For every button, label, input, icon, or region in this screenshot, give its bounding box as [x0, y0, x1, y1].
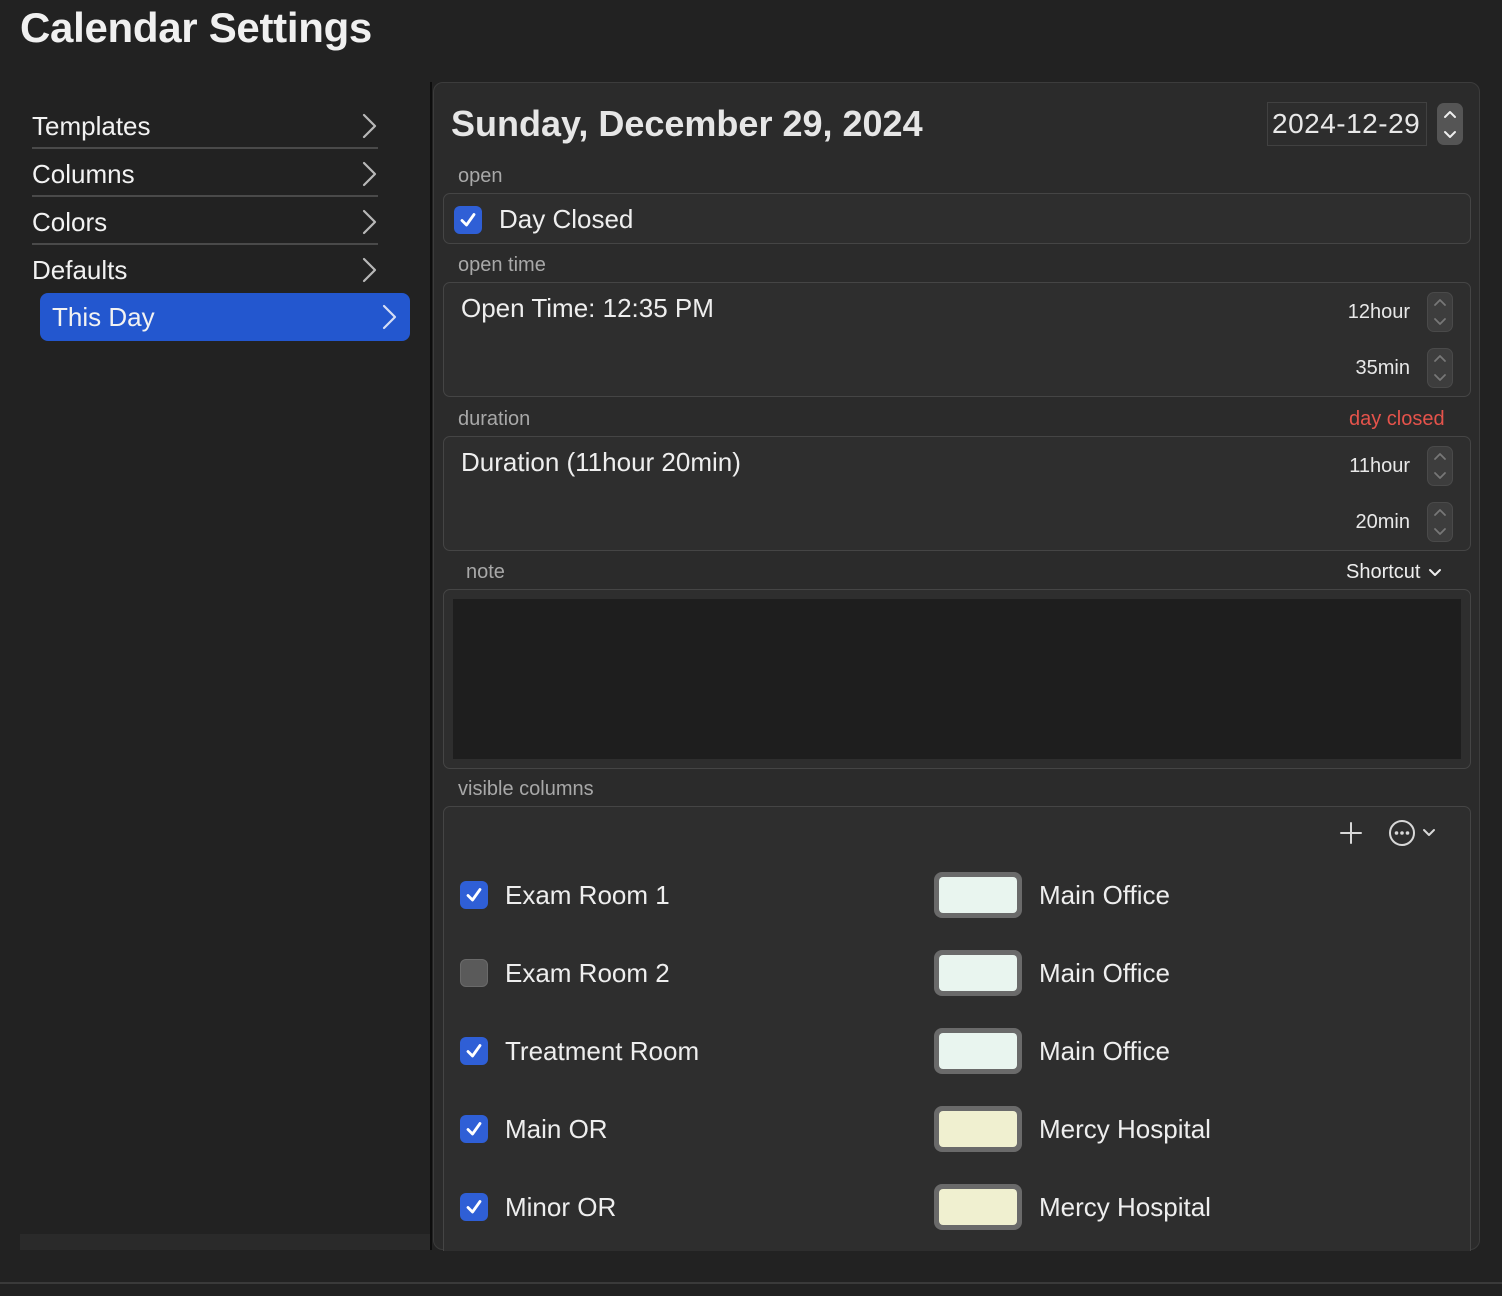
day-settings-panel: Sunday, December 29, 2024 2024-12-29 ope… [433, 82, 1480, 1251]
day-title: Sunday, December 29, 2024 [451, 103, 923, 144]
chevron-down-icon[interactable] [1433, 373, 1447, 382]
section-label-open-time: open time [458, 254, 546, 276]
sidebar-divider [32, 195, 378, 197]
sidebar-item-defaults[interactable]: Defaults [20, 246, 390, 294]
duration-hour-label: 11hour [1349, 455, 1410, 477]
open-time-text: Open Time: 12:35 PM [461, 293, 714, 323]
section-label-note: note [466, 561, 505, 583]
chevron-right-icon [362, 257, 377, 283]
window-bottom-divider [0, 1282, 1502, 1284]
visible-columns-box: Exam Room 1 Main Office Exam Room 2 Main… [443, 806, 1471, 1251]
sidebar-item-label: Defaults [32, 254, 128, 285]
chevron-up-icon[interactable] [1433, 452, 1447, 461]
chevron-right-icon [362, 209, 377, 235]
column-location: Mercy Hospital [1039, 1192, 1211, 1222]
sidebar-footer [20, 1234, 430, 1250]
checkmark-icon [466, 888, 482, 902]
duration-hour-stepper[interactable] [1427, 446, 1453, 486]
column-name: Exam Room 1 [505, 880, 670, 910]
plus-icon[interactable] [1338, 820, 1364, 846]
note-textarea[interactable] [453, 599, 1461, 759]
column-visible-checkbox[interactable] [460, 1193, 488, 1221]
open-min-stepper[interactable] [1427, 348, 1453, 388]
chevron-down-icon [1429, 568, 1442, 576]
column-name: Main OR [505, 1114, 608, 1144]
chevron-up-icon[interactable] [1433, 508, 1447, 517]
column-visible-checkbox[interactable] [460, 1115, 488, 1143]
column-name: Exam Room 2 [505, 958, 670, 988]
column-name: Treatment Room [505, 1036, 700, 1066]
color-swatch[interactable] [934, 872, 1022, 918]
duration-min-label: 20min [1355, 511, 1410, 533]
section-label-visible-columns: visible columns [458, 778, 594, 800]
column-visible-checkbox[interactable] [460, 881, 488, 909]
date-field[interactable]: 2024-12-29 [1267, 102, 1427, 146]
column-location: Mercy Hospital [1039, 1114, 1211, 1144]
sidebar-item-label: Templates [32, 110, 151, 141]
checkmark-icon [466, 1200, 482, 1214]
sidebar-item-templates[interactable]: Templates [20, 102, 390, 150]
color-swatch[interactable] [934, 1184, 1022, 1230]
window-title: Calendar Settings [20, 4, 372, 51]
chevron-up-icon[interactable] [1433, 298, 1447, 307]
split-divider[interactable] [430, 82, 432, 1250]
chevron-up-icon[interactable] [1443, 109, 1457, 119]
sidebar-item-label: This Day [52, 301, 155, 332]
checkmark-icon [466, 1044, 482, 1058]
column-visible-checkbox[interactable] [460, 959, 488, 987]
chevron-right-icon [362, 161, 377, 187]
checkmark-icon [460, 213, 476, 227]
sidebar-divider [32, 147, 378, 149]
duration-min-stepper[interactable] [1427, 502, 1453, 542]
open-box: Day Closed [443, 193, 1471, 244]
sidebar-item-columns[interactable]: Columns [20, 150, 390, 198]
chevron-right-icon [382, 304, 397, 330]
chevron-up-icon[interactable] [1433, 354, 1447, 363]
chevron-down-icon [1423, 829, 1435, 836]
day-closed-warning: day closed [1349, 408, 1445, 430]
duration-text: Duration (11hour 20min) [461, 447, 741, 477]
section-label-duration: duration [458, 408, 531, 430]
date-stepper[interactable] [1437, 103, 1463, 145]
sidebar-item-label: Colors [32, 206, 108, 237]
color-swatch[interactable] [934, 950, 1022, 996]
color-swatch[interactable] [934, 1028, 1022, 1074]
day-closed-label: Day Closed [499, 204, 634, 234]
sidebar-divider [32, 243, 378, 245]
note-box [443, 589, 1471, 769]
checkmark-icon [466, 1122, 482, 1136]
shortcut-label: Shortcut [1346, 561, 1421, 583]
column-location: Main Office [1039, 880, 1171, 910]
chevron-down-icon[interactable] [1433, 527, 1447, 536]
chevron-down-icon[interactable] [1433, 471, 1447, 480]
sidebar-item-colors[interactable]: Colors [20, 198, 390, 246]
open-time-box: Open Time: 12:35 PM 12hour 35min [443, 282, 1471, 397]
open-hour-label: 12hour [1347, 301, 1410, 323]
column-location: Main Office [1039, 958, 1171, 988]
shortcut-menu-button[interactable]: Shortcut [1346, 561, 1442, 584]
chevron-right-icon [362, 113, 377, 139]
open-hour-stepper[interactable] [1427, 292, 1453, 332]
chevron-down-icon[interactable] [1443, 130, 1457, 140]
column-location: Main Office [1039, 1036, 1171, 1066]
open-min-label: 35min [1355, 357, 1410, 379]
more-options-menu[interactable] [1388, 819, 1436, 847]
day-closed-checkbox[interactable] [454, 206, 482, 234]
color-swatch[interactable] [934, 1106, 1022, 1152]
ellipsis-circle-icon [1389, 820, 1415, 846]
sidebar-item-label: Columns [32, 158, 135, 189]
column-visible-checkbox[interactable] [460, 1037, 488, 1065]
chevron-down-icon[interactable] [1433, 317, 1447, 326]
duration-box: Duration (11hour 20min) 11hour 20min [443, 436, 1471, 551]
section-label-open: open [458, 165, 503, 187]
sidebar-item-this-day[interactable]: This Day [40, 293, 410, 341]
column-name: Minor OR [505, 1192, 617, 1222]
